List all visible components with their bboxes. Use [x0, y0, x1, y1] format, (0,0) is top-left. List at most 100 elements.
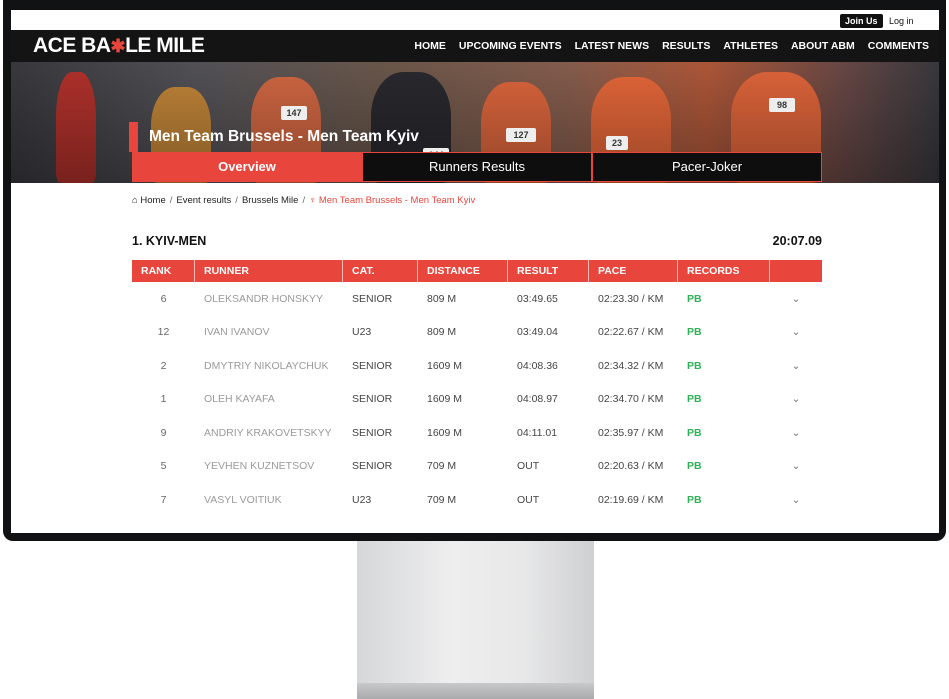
col-category: CAT.: [343, 260, 418, 282]
chevron-down-icon[interactable]: ⌄: [770, 494, 822, 506]
cell-records: PB: [687, 326, 702, 339]
table-row[interactable]: 6 OLEKSANDR HONSKYY SENIOR 809 M 03:49.6…: [132, 282, 822, 316]
nav-item-about[interactable]: ABOUT ABM: [791, 40, 855, 52]
cell-runner[interactable]: OLEKSANDR HONSKYY: [195, 293, 343, 305]
cell-runner[interactable]: OLEH KAYAFA: [195, 393, 343, 405]
cell-distance: 709 M: [427, 460, 457, 473]
race-bib: 98: [769, 98, 795, 112]
col-expand: [770, 260, 822, 282]
cell-records: PB: [687, 292, 702, 305]
cell-records: PB: [687, 460, 702, 473]
cell-pace: 02:34.70 / KM: [598, 393, 664, 406]
cell-category: SENIOR: [352, 460, 393, 473]
breadcrumb: ⌂ Home / Event results / Brussels Mile / ♆ Men…: [132, 195, 476, 206]
cell-runner[interactable]: ANDRIY KRAKOVETSKYY: [195, 427, 343, 439]
cell-distance: 809 M: [427, 292, 457, 305]
nav-item-results[interactable]: RESULTS: [662, 40, 710, 52]
logo-text-start: ACE BA: [33, 34, 111, 57]
table-row[interactable]: 2 DMYTRIY NIKOLAYCHUK SENIOR 1609 M 04:0…: [132, 349, 822, 383]
breadcrumb-event-results[interactable]: Event results: [176, 195, 231, 206]
cell-distance: 1609 M: [427, 426, 463, 439]
col-pace: PACE: [589, 260, 678, 282]
cell-category: U23: [352, 326, 372, 339]
monitor-stand-base: [357, 683, 594, 699]
table-row[interactable]: 9 ANDRIY KRAKOVETSKYY SENIOR 1609 M 04:1…: [132, 416, 822, 450]
chevron-down-icon[interactable]: ⌄: [770, 393, 822, 405]
cell-result: 03:49.65: [517, 292, 558, 305]
join-us-button[interactable]: Join Us: [840, 14, 883, 28]
cell-runner[interactable]: IVAN IVANOV: [195, 326, 343, 338]
cell-distance: 709 M: [427, 493, 457, 506]
cell-records: PB: [687, 493, 702, 506]
monitor-stand: [357, 541, 594, 699]
cell-distance: 809 M: [427, 326, 457, 339]
cell-runner[interactable]: DMYTRIY NIKOLAYCHUK: [195, 360, 343, 372]
breadcrumb-home[interactable]: Home: [140, 195, 165, 206]
chevron-down-icon[interactable]: ⌄: [770, 427, 822, 439]
nav-item-latest-news[interactable]: LATEST NEWS: [575, 40, 649, 52]
cell-category: SENIOR: [352, 359, 393, 372]
cell-rank: 6: [160, 292, 167, 305]
login-link[interactable]: Log in: [889, 14, 914, 28]
browser-screen: Join Us Log in ACE BA✱LE MILE HOME UPCOM…: [11, 10, 939, 533]
cell-category: SENIOR: [352, 292, 393, 305]
cell-result: 03:49.04: [517, 326, 558, 339]
tab-overview[interactable]: Overview: [132, 152, 362, 182]
cell-distance: 1609 M: [427, 393, 463, 406]
race-bib: 127: [506, 128, 536, 142]
results-table-header: RANK RUNNER CAT. DISTANCE RESULT PACE RE…: [132, 260, 822, 282]
cell-rank: 9: [160, 426, 167, 439]
cell-distance: 1609 M: [427, 359, 463, 372]
cell-pace: 02:34.32 / KM: [598, 359, 664, 372]
cell-result: 04:08.97: [517, 393, 558, 406]
table-row[interactable]: 5 YEVHEN KUZNETSOV SENIOR 709 M OUT 02:2…: [132, 450, 822, 484]
cell-runner[interactable]: YEVHEN KUZNETSOV: [195, 460, 343, 472]
home-icon: ⌂: [132, 195, 138, 206]
cell-rank: 2: [160, 359, 167, 372]
cell-runner[interactable]: VASYL VOITIUK: [195, 494, 343, 506]
chevron-down-icon[interactable]: ⌄: [770, 326, 822, 338]
cell-records: PB: [687, 426, 702, 439]
chevron-down-icon[interactable]: ⌄: [770, 360, 822, 372]
cell-result: OUT: [517, 493, 540, 506]
nav-item-comments[interactable]: COMMENTS: [868, 40, 929, 52]
top-utility-bar: Join Us Log in: [11, 10, 939, 30]
table-row[interactable]: 7 VASYL VOITIUK U23 709 M OUT 02:19.69 /…: [132, 483, 822, 517]
table-row[interactable]: 12 IVAN IVANOV U23 809 M 03:49.04 02:22.…: [132, 316, 822, 350]
cell-rank: 5: [160, 460, 167, 473]
trophy-icon: ♆: [309, 195, 317, 206]
results-table-body: 6 OLEKSANDR HONSKYY SENIOR 809 M 03:49.6…: [132, 282, 822, 517]
nav-menu: HOME UPCOMING EVENTS LATEST NEWS RESULTS…: [414, 30, 929, 62]
col-runner: RUNNER: [195, 260, 343, 282]
breadcrumb-current: Men Team Brussels - Men Team Kyiv: [318, 195, 476, 206]
cell-category: SENIOR: [352, 393, 393, 406]
cell-pace: 02:22.67 / KM: [598, 326, 664, 339]
col-records: RECORDS: [678, 260, 770, 282]
team-header: 1. KYIV-MEN 20:07.09: [132, 234, 822, 248]
race-bib: 147: [281, 106, 307, 120]
main-nav: ACE BA✱LE MILE HOME UPCOMING EVENTS LATE…: [11, 30, 939, 62]
chevron-down-icon[interactable]: ⌄: [770, 460, 822, 472]
cell-result: OUT: [517, 460, 540, 473]
table-row[interactable]: 1 OLEH KAYAFA SENIOR 1609 M 04:08.97 02:…: [132, 383, 822, 417]
nav-item-athletes[interactable]: ATHLETES: [723, 40, 778, 52]
breadcrumb-brussels-mile[interactable]: Brussels Mile: [242, 195, 299, 206]
page-title: Men Team Brussels - Men Team Kyiv: [129, 122, 419, 152]
chevron-down-icon[interactable]: ⌄: [770, 293, 822, 305]
site-logo[interactable]: ACE BA✱LE MILE: [33, 34, 205, 58]
cell-rank: 1: [160, 393, 167, 406]
nav-item-upcoming-events[interactable]: UPCOMING EVENTS: [459, 40, 562, 52]
nav-item-home[interactable]: HOME: [414, 40, 446, 52]
cell-result: 04:08.36: [517, 359, 558, 372]
tab-runners-results[interactable]: Runners Results: [362, 152, 592, 182]
race-bib: 23: [606, 136, 628, 150]
cell-records: PB: [687, 359, 702, 372]
col-distance: DISTANCE: [418, 260, 508, 282]
cell-pace: 02:20.63 / KM: [598, 460, 664, 473]
col-result: RESULT: [508, 260, 589, 282]
tab-pacer-joker[interactable]: Pacer-Joker: [592, 152, 822, 182]
runner-logo-icon: ✱: [110, 36, 126, 56]
result-tabs: Overview Runners Results Pacer-Joker: [132, 152, 822, 182]
cell-pace: 02:35.97 / KM: [598, 426, 664, 439]
logo-text-end: LE MILE: [125, 34, 205, 57]
